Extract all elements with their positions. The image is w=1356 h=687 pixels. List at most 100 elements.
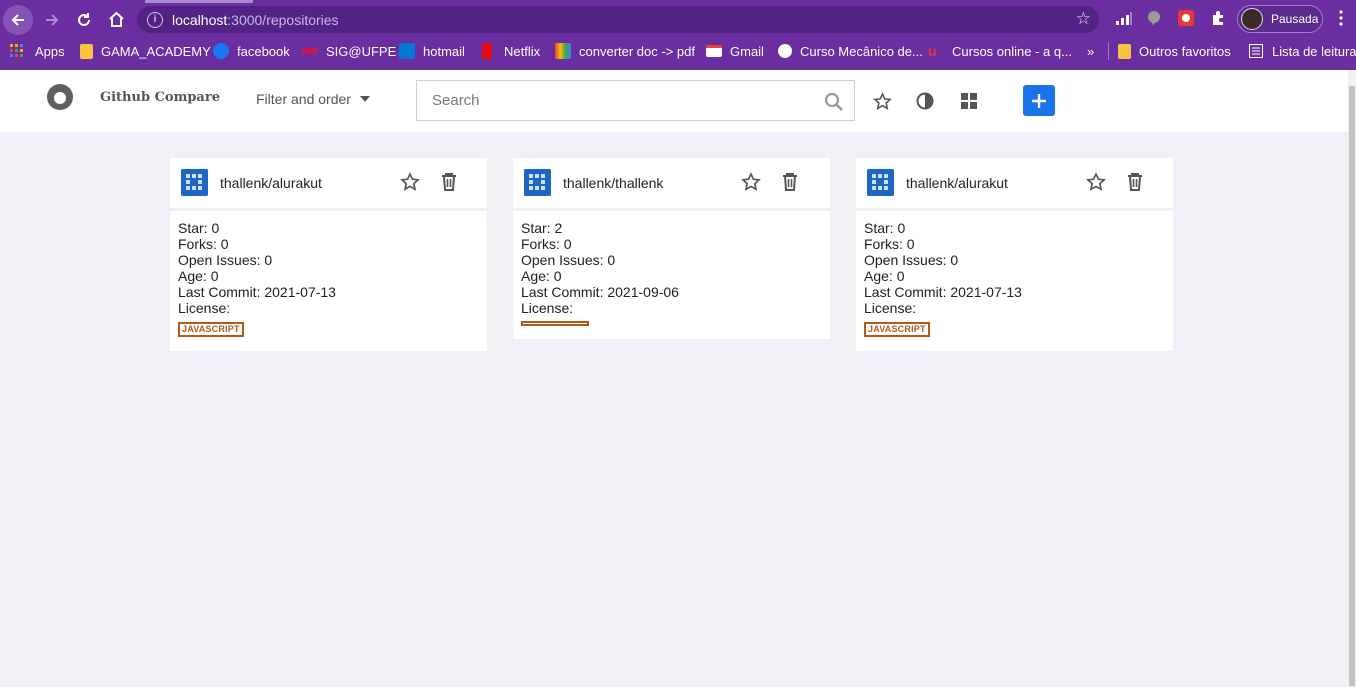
- star-count: Star: 0: [864, 220, 906, 236]
- open-issues-count: Open Issues: 0: [521, 252, 616, 268]
- bookmark-gama-academy[interactable]: GAMA_ACADEMY: [80, 42, 211, 60]
- add-repository-button[interactable]: [1023, 85, 1055, 116]
- language-tag: [521, 321, 589, 326]
- signal-extension-icon[interactable]: [1113, 3, 1135, 33]
- last-commit: Last Commit: 2021-07-13: [864, 284, 1022, 300]
- repo-avatar: [181, 169, 208, 196]
- license: License:: [864, 300, 917, 316]
- address-bar[interactable]: i localhost:3000/repositories ☆: [137, 6, 1099, 33]
- curso-icon: [778, 44, 792, 58]
- language-tag: JAVASCRIPT: [864, 322, 930, 337]
- folder-icon: [80, 43, 93, 59]
- license: License:: [521, 300, 574, 316]
- bookmark-converter[interactable]: converter doc -> pdf: [555, 42, 695, 60]
- bookmark-sig-ufpe[interactable]: SIG@UFPE: [302, 42, 396, 60]
- outlook-icon: [399, 43, 415, 59]
- app-header: Github Compare Filter and order: [0, 70, 1348, 132]
- open-issues-count: Open Issues: 0: [864, 252, 959, 268]
- bookmark-reading-list[interactable]: Lista de leitura: [1249, 42, 1356, 60]
- last-commit: Last Commit: 2021-07-13: [178, 284, 336, 300]
- forward-button[interactable]: [36, 5, 68, 35]
- avatar: [1241, 8, 1263, 30]
- app-title: Github Compare: [100, 90, 220, 105]
- language-tag: JAVASCRIPT: [178, 322, 244, 337]
- bookmark-gmail[interactable]: Gmail: [706, 42, 764, 60]
- repo-avatar: [524, 169, 551, 196]
- gmail-icon: [706, 45, 722, 57]
- grid-view-icon[interactable]: [959, 91, 979, 111]
- folder-icon: [1118, 43, 1131, 59]
- bookmarks-bar: Apps GAMA_ACADEMY facebook SIG@UFPE hotm…: [0, 36, 1356, 66]
- search-box: [416, 80, 855, 121]
- search-icon[interactable]: [824, 92, 844, 112]
- arrow-right-icon: [46, 13, 59, 26]
- card-header: thallenk/thallenk: [513, 158, 830, 208]
- red-extension-icon[interactable]: [1176, 3, 1196, 33]
- age-value: Age: 0: [864, 268, 905, 284]
- apps-grid-icon: [10, 44, 23, 57]
- bookmarks-overflow-button[interactable]: »: [1087, 42, 1094, 60]
- age-value: Age: 0: [521, 268, 562, 284]
- bookmark-apps[interactable]: Apps: [10, 42, 65, 60]
- udemy-icon: u: [928, 43, 937, 59]
- forks-count: Forks: 0: [864, 236, 915, 252]
- plus-icon: [1032, 93, 1046, 108]
- card-header: thallenk/alurakut: [856, 158, 1173, 208]
- scrollbar-thumb[interactable]: [1349, 86, 1355, 686]
- trash-icon[interactable]: [1127, 173, 1143, 196]
- search-input[interactable]: [417, 81, 817, 120]
- facebook-icon: [213, 43, 229, 59]
- star-icon[interactable]: [400, 172, 420, 197]
- filter-and-order-dropdown[interactable]: Filter and order: [256, 91, 370, 107]
- reading-list-icon: [1249, 44, 1263, 58]
- bookmark-curso-mecanico[interactable]: Curso Mecânico de...: [778, 42, 923, 60]
- bookmark-outros-favoritos[interactable]: Outros favoritos: [1118, 42, 1231, 60]
- repository-card: thallenk/thallenk Star: 2 Forks: 0 Open …: [513, 158, 830, 339]
- forks-count: Forks: 0: [178, 236, 229, 252]
- puzzle-extensions-icon[interactable]: [1208, 3, 1228, 33]
- star-icon[interactable]: [741, 172, 761, 197]
- profile-label: Pausada: [1271, 12, 1319, 26]
- site-info-icon[interactable]: i: [147, 11, 163, 28]
- filter-label: Filter and order: [256, 91, 351, 107]
- github-logo-icon[interactable]: [47, 84, 73, 110]
- sig-icon: [302, 48, 318, 54]
- bookmark-facebook[interactable]: facebook: [213, 42, 290, 60]
- theme-contrast-icon[interactable]: [915, 91, 935, 111]
- trash-icon[interactable]: [782, 173, 798, 196]
- card-header: thallenk/alurakut: [170, 158, 487, 208]
- repository-card: thallenk/alurakut Star: 0 Forks: 0 Open …: [856, 158, 1173, 351]
- caret-down-icon: [359, 96, 370, 102]
- bookmark-star-icon[interactable]: ☆: [1076, 9, 1091, 29]
- repo-name: thallenk/thallenk: [563, 175, 664, 191]
- license: License:: [178, 300, 231, 316]
- favorites-star-icon[interactable]: [872, 91, 892, 111]
- home-button[interactable]: [100, 5, 132, 35]
- bookmark-hotmail[interactable]: hotmail: [399, 42, 465, 60]
- star-icon[interactable]: [1086, 172, 1106, 197]
- arrow-left-icon: [11, 13, 24, 26]
- converter-icon: [555, 43, 571, 59]
- kebab-menu-icon[interactable]: [1333, 3, 1349, 33]
- bookmark-cursos-online[interactable]: u Cursos online - a q...: [928, 42, 1072, 60]
- page-scrollbar[interactable]: [1348, 70, 1356, 687]
- netflix-icon: [482, 43, 492, 59]
- trash-icon[interactable]: [441, 173, 457, 196]
- repo-name: thallenk/alurakut: [906, 175, 1008, 191]
- forks-count: Forks: 0: [521, 236, 572, 252]
- age-value: Age: 0: [178, 268, 219, 284]
- reload-icon: [78, 12, 90, 26]
- bookmarks-divider: [1108, 42, 1109, 60]
- reload-button[interactable]: [68, 5, 100, 35]
- last-commit: Last Commit: 2021-09-06: [521, 284, 679, 300]
- back-button[interactable]: [3, 4, 33, 35]
- card-details: Star: 0 Forks: 0 Open Issues: 0 Age: 0 L…: [170, 211, 487, 351]
- repo-name: thallenk/alurakut: [220, 175, 322, 191]
- open-issues-count: Open Issues: 0: [178, 252, 273, 268]
- star-count: Star: 0: [178, 220, 220, 236]
- bookmark-netflix[interactable]: Netflix: [482, 42, 540, 60]
- profile-button[interactable]: Pausada: [1237, 5, 1323, 33]
- card-details: Star: 0 Forks: 0 Open Issues: 0 Age: 0 L…: [856, 211, 1173, 351]
- chat-extension-icon[interactable]: [1144, 3, 1164, 33]
- browser-chrome: i localhost:3000/repositories ☆ Pausada …: [0, 0, 1356, 70]
